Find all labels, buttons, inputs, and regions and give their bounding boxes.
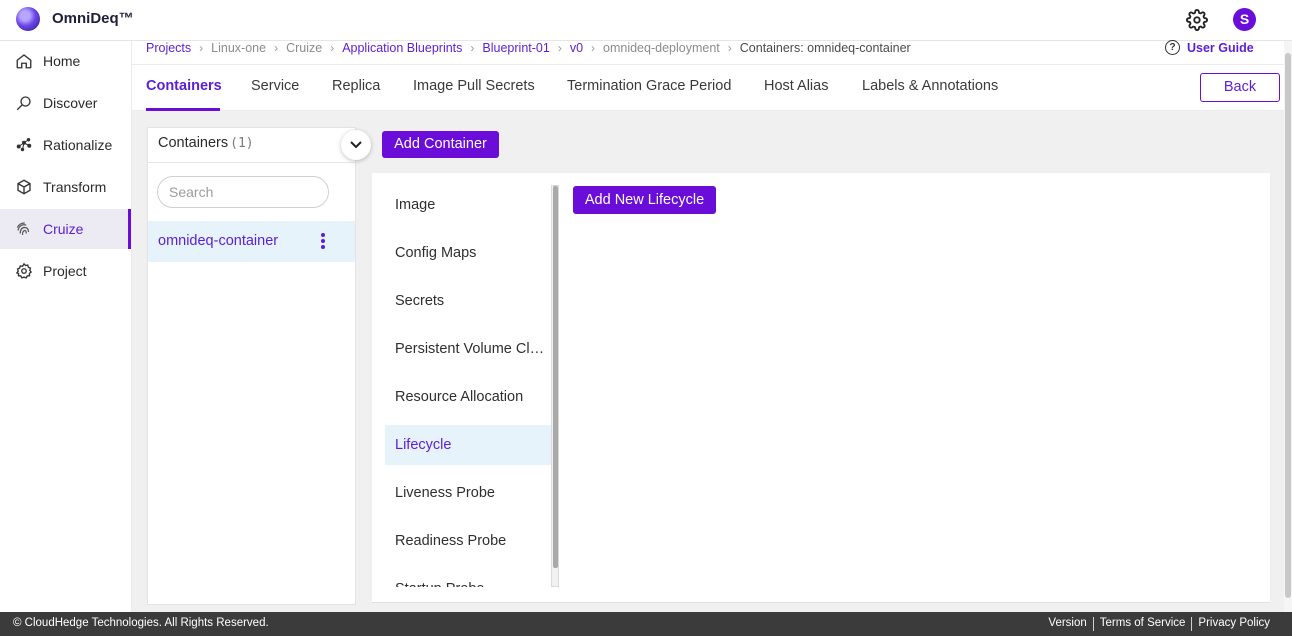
containers-panel-title: Containers (1) <box>158 135 254 151</box>
search-icon <box>15 94 33 112</box>
help-icon: ? <box>1165 40 1180 55</box>
chevron-right-icon: › <box>557 41 562 55</box>
container-section-nav: Image Config Maps Secrets Persistent Vol… <box>385 185 551 587</box>
sidebar-item-discover[interactable]: Discover <box>0 83 131 123</box>
version-link[interactable]: Version <box>1042 617 1092 631</box>
breadcrumb: Projects › Linux-one › Cruize › Applicat… <box>146 40 911 56</box>
tab-replica[interactable]: Replica <box>332 78 380 94</box>
breadcrumb-current: Containers: omnideq-container <box>739 41 911 55</box>
section-liveness-probe[interactable]: Liveness Probe <box>385 473 551 513</box>
sidebar-item-cruize[interactable]: Cruize <box>0 209 131 249</box>
sidebar-item-project[interactable]: Project <box>0 251 131 291</box>
tab-labels-annotations[interactable]: Labels & Annotations <box>862 78 998 94</box>
sidebar: Home Discover Rationalize Transform Crui… <box>0 41 132 612</box>
sidebar-item-label: Rationalize <box>43 137 113 153</box>
more-options-icon[interactable] <box>320 233 326 249</box>
brand-name[interactable]: OmniDeq™ <box>52 10 134 27</box>
sidebar-item-label: Cruize <box>43 221 84 237</box>
breadcrumb-version[interactable]: v0 <box>570 41 583 55</box>
sidebar-item-label: Project <box>43 263 87 279</box>
add-new-lifecycle-button[interactable]: Add New Lifecycle <box>573 186 716 214</box>
breadcrumb-projects[interactable]: Projects <box>146 41 191 55</box>
copyright-text: © CloudHedge Technologies. All Rights Re… <box>13 617 269 629</box>
container-search-input[interactable] <box>157 176 329 208</box>
home-icon <box>15 52 33 70</box>
tab-image-pull-secrets[interactable]: Image Pull Secrets <box>413 78 535 94</box>
sidebar-item-label: Discover <box>43 95 98 111</box>
section-resource-allocation[interactable]: Resource Allocation <box>385 377 551 417</box>
fingerprint-icon <box>15 220 33 238</box>
chevron-right-icon: › <box>470 41 475 55</box>
settings-gear-icon[interactable] <box>1186 9 1208 31</box>
section-nav-scrollbar-thumb[interactable] <box>553 186 558 568</box>
tab-termination-grace-period[interactable]: Termination Grace Period <box>567 78 731 94</box>
terms-of-service-link[interactable]: Terms of Service <box>1094 617 1192 631</box>
breadcrumb-linux-one: Linux-one <box>211 41 267 55</box>
footer-links: Version Terms of Service Privacy Policy <box>1042 617 1276 631</box>
section-lifecycle[interactable]: Lifecycle <box>385 425 551 465</box>
section-persistent-volume-claims[interactable]: Persistent Volume Claims <box>385 329 551 369</box>
network-icon <box>15 136 33 154</box>
user-guide-label: User Guide <box>1187 40 1254 55</box>
tab-host-alias[interactable]: Host Alias <box>764 78 828 94</box>
breadcrumb-application-blueprints[interactable]: Application Blueprints <box>342 41 462 55</box>
chevron-right-icon: › <box>591 41 596 55</box>
user-guide-link[interactable]: ? User Guide <box>1165 40 1254 55</box>
sidebar-item-home[interactable]: Home <box>0 41 131 81</box>
chevron-right-icon: › <box>330 41 335 55</box>
containers-panel-header: Containers (1) <box>148 128 355 163</box>
chevron-right-icon: › <box>274 41 279 55</box>
section-config-maps[interactable]: Config Maps <box>385 233 551 273</box>
section-readiness-probe[interactable]: Readiness Probe <box>385 521 551 561</box>
chevron-right-icon: › <box>199 41 204 55</box>
top-bar: OmniDeq™ S <box>0 0 1292 41</box>
tab-containers[interactable]: Containers <box>146 78 222 94</box>
sidebar-item-rationalize[interactable]: Rationalize <box>0 125 131 165</box>
privacy-policy-link[interactable]: Privacy Policy <box>1192 617 1276 631</box>
breadcrumb-deployment: omnideq-deployment <box>603 41 720 55</box>
breadcrumb-blueprint[interactable]: Blueprint-01 <box>482 41 549 55</box>
back-button[interactable]: Back <box>1200 73 1280 102</box>
gear-icon <box>15 262 33 280</box>
page-scrollbar[interactable] <box>1284 41 1292 612</box>
section-secrets[interactable]: Secrets <box>385 281 551 321</box>
cube-icon <box>15 178 33 196</box>
sidebar-item-label: Transform <box>43 179 107 195</box>
add-container-button[interactable]: Add Container <box>382 131 499 158</box>
breadcrumb-cruize: Cruize <box>286 41 323 55</box>
collapse-panel-button[interactable] <box>341 130 371 160</box>
section-startup-probe[interactable]: Startup Probe <box>385 569 551 587</box>
user-avatar[interactable]: S <box>1233 8 1256 31</box>
omnideq-logo-icon[interactable] <box>16 7 40 31</box>
container-name: omnideq-container <box>158 233 279 249</box>
containers-count: (1) <box>230 136 254 151</box>
sidebar-item-transform[interactable]: Transform <box>0 167 131 207</box>
chevron-down-icon <box>350 141 362 149</box>
containers-title-label: Containers <box>158 135 229 151</box>
container-list-item[interactable]: omnideq-container <box>148 221 355 262</box>
section-image[interactable]: Image <box>385 185 551 225</box>
tab-service[interactable]: Service <box>251 78 299 94</box>
chevron-right-icon: › <box>727 41 732 55</box>
page-scrollbar-thumb[interactable] <box>1285 53 1291 598</box>
sidebar-item-label: Home <box>43 53 81 69</box>
footer: © CloudHedge Technologies. All Rights Re… <box>0 612 1292 636</box>
section-nav-scrollbar[interactable] <box>551 185 559 587</box>
